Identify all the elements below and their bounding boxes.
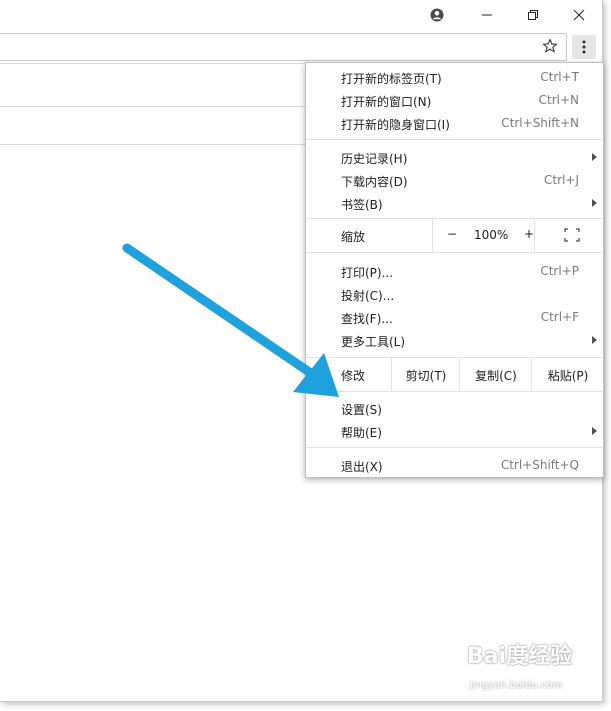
baidu-watermark-url: jingyan.baidu.com — [470, 680, 563, 691]
menu-item-label: 打印(P)... — [341, 266, 394, 280]
menu-item-history[interactable]: 历史记录(H) — [306, 146, 603, 169]
menu-edit-row: 修改 剪切(T) 复制(C) 粘贴(P) — [306, 357, 603, 391]
minimize-icon[interactable] — [464, 0, 510, 30]
menu-item-label: 帮助(E) — [341, 426, 382, 440]
zoom-in-button[interactable]: + — [524, 227, 534, 241]
menu-divider — [306, 252, 603, 253]
menu-item-more-tools[interactable]: 更多工具(L) — [306, 329, 603, 352]
menu-item-shortcut: Ctrl+Shift+Q — [500, 458, 579, 472]
cut-button[interactable]: 剪切(T) — [391, 357, 460, 391]
zoom-level-value: 100% — [474, 228, 509, 242]
menu-item-settings[interactable]: 设置(S) — [306, 397, 603, 420]
submenu-arrow-icon — [592, 153, 597, 161]
menu-divider — [306, 447, 603, 448]
menu-item-label: 打开新的标签页(T) — [341, 72, 442, 86]
menu-item-label: 设置(S) — [341, 403, 382, 417]
menu-item-label: 退出(X) — [341, 460, 383, 474]
menu-item-print[interactable]: 打印(P)... Ctrl+P — [306, 260, 603, 283]
menu-item-new-tab[interactable]: 打开新的标签页(T) Ctrl+T — [306, 66, 603, 89]
menu-item-shortcut: Ctrl+Shift+N — [501, 116, 579, 130]
restore-icon[interactable] — [510, 0, 556, 30]
menu-divider — [306, 391, 603, 392]
paste-button[interactable]: 粘贴(P) — [531, 357, 604, 391]
menu-item-shortcut: Ctrl+T — [540, 70, 579, 84]
submenu-arrow-icon — [592, 427, 597, 435]
address-bar[interactable] — [0, 33, 567, 61]
menu-item-new-window[interactable]: 打开新的窗口(N) Ctrl+N — [306, 89, 603, 112]
menu-item-new-incognito[interactable]: 打开新的隐身窗口(I) Ctrl+Shift+N — [306, 112, 603, 135]
menu-item-cast[interactable]: 投射(C)... — [306, 283, 603, 306]
account-icon[interactable] — [414, 0, 460, 30]
menu-item-shortcut: Ctrl+N — [538, 93, 579, 107]
toolbar — [0, 30, 602, 63]
kebab-menu-icon[interactable] — [572, 35, 596, 59]
menu-item-label: 更多工具(L) — [341, 335, 406, 349]
menu-item-bookmarks[interactable]: 书签(B) — [306, 192, 603, 215]
menu-item-label: 历史记录(H) — [341, 152, 408, 166]
paste-label: 粘贴(P) — [547, 369, 589, 383]
menu-item-label: 打开新的窗口(N) — [341, 95, 432, 109]
menu-item-exit[interactable]: 退出(X) Ctrl+Shift+Q — [306, 454, 603, 477]
menu-item-shortcut: Ctrl+J — [544, 173, 579, 187]
title-bar — [0, 0, 602, 30]
menu-zoom-row: 缩放 − 100% + — [306, 218, 603, 252]
zoom-out-button[interactable]: − — [447, 227, 457, 241]
menu-item-label: 打开新的隐身窗口(I) — [341, 118, 450, 132]
submenu-arrow-icon — [592, 199, 597, 207]
close-icon[interactable] — [556, 0, 602, 30]
submenu-arrow-icon — [592, 336, 597, 344]
cut-label: 剪切(T) — [405, 369, 447, 383]
menu-item-label: 投射(C)... — [341, 289, 395, 303]
menu-item-label: 下载内容(D) — [341, 175, 408, 189]
zoom-label: 缩放 — [341, 230, 366, 244]
bookmark-star-icon[interactable] — [542, 38, 558, 58]
menu-item-help[interactable]: 帮助(E) — [306, 420, 603, 443]
browser-window: 打开新的标签页(T) Ctrl+T 打开新的窗口(N) Ctrl+N 打开新的隐… — [0, 0, 604, 702]
baidu-watermark-logo: Bai度经验 — [467, 644, 573, 669]
menu-item-shortcut: Ctrl+P — [540, 264, 579, 278]
menu-item-find[interactable]: 查找(F)... Ctrl+F — [306, 306, 603, 329]
menu-item-downloads[interactable]: 下载内容(D) Ctrl+J — [306, 169, 603, 192]
menu-divider — [306, 139, 603, 140]
chrome-main-menu: 打开新的标签页(T) Ctrl+T 打开新的窗口(N) Ctrl+N 打开新的隐… — [305, 62, 604, 478]
copy-button[interactable]: 复制(C) — [459, 357, 532, 391]
menu-item-label: 书签(B) — [341, 198, 383, 212]
edit-label: 修改 — [341, 369, 366, 383]
fullscreen-button[interactable] — [534, 218, 604, 252]
menu-item-label: 查找(F)... — [341, 312, 393, 326]
copy-label: 复制(C) — [475, 369, 517, 383]
zoom-controls: − 100% + — [432, 218, 535, 252]
menu-item-shortcut: Ctrl+F — [540, 310, 579, 324]
fullscreen-icon — [564, 228, 580, 242]
